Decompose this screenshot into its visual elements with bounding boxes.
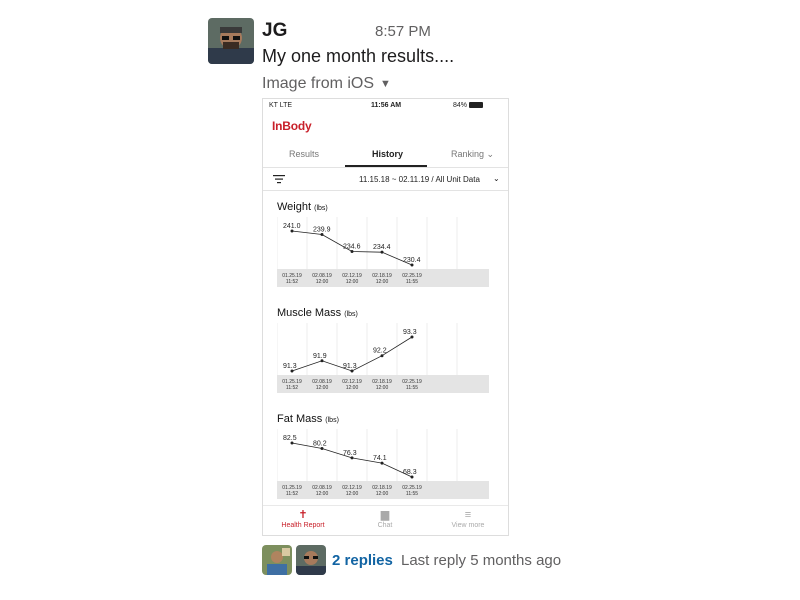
- x-tick-time: 12:00: [346, 279, 359, 285]
- series-line: [291, 442, 413, 478]
- x-tick-time: 12:00: [316, 279, 329, 285]
- x-tick-time: 12:00: [376, 279, 389, 285]
- battery-icon: [469, 102, 484, 109]
- carrier-text: KT LTE: [269, 102, 293, 109]
- weight-unit: (lbs): [314, 205, 328, 212]
- nav-chat[interactable]: ▆ Chat: [355, 509, 415, 529]
- filter-icon[interactable]: [273, 174, 285, 186]
- data-label: 76.3: [343, 450, 357, 457]
- x-tick-time: 11:55: [406, 491, 418, 497]
- x-tick-time: 12:00: [376, 385, 389, 391]
- attached-image[interactable]: KT LTE 11:56 AM 84% InBody Results Histo…: [262, 98, 509, 536]
- x-tick-time: 11:52: [286, 385, 298, 391]
- battery-indicator: 84%: [453, 102, 484, 109]
- x-tick-time: 12:00: [376, 491, 389, 497]
- nav-health-report[interactable]: ✝ Health Report: [273, 509, 333, 529]
- battery-percent: 84%: [453, 102, 468, 109]
- chart-title-muscle-mass: Muscle Mass (lbs): [277, 307, 358, 319]
- chevron-down-icon[interactable]: ⌄: [493, 174, 500, 183]
- bottom-nav: ✝ Health Report ▆ Chat ≡ View more: [263, 505, 508, 535]
- phone-status-bar: KT LTE 11:56 AM 84%: [263, 99, 508, 113]
- date-range-text[interactable]: 11.15.18 ~ 02.11.19 / All Unit Data: [359, 175, 480, 184]
- chart-title-weight: Weight (lbs): [277, 201, 328, 213]
- caret-down-icon: ▼: [380, 77, 391, 90]
- reply-avatar: [296, 545, 326, 575]
- nav-more-label: View more: [451, 522, 485, 529]
- image-label-text: Image from iOS: [262, 75, 375, 92]
- nav-view-more[interactable]: ≡ View more: [438, 509, 498, 529]
- data-label: 74.1: [373, 455, 387, 462]
- fat-unit: (lbs): [325, 417, 339, 424]
- muscle-unit: (lbs): [344, 311, 358, 318]
- message-text: My one month results....: [262, 46, 455, 66]
- fat-title-text: Fat Mass: [277, 413, 323, 425]
- fat-mass-chart: 82.501.25.1911:5280.202.08.1912:0076.302…: [277, 429, 489, 499]
- chat-icon: ▆: [380, 509, 390, 521]
- x-tick-time: 12:00: [346, 385, 359, 391]
- data-label: 230.4: [403, 257, 421, 264]
- reply-avatar: [262, 545, 292, 575]
- active-tab-indicator: [345, 165, 427, 167]
- data-label: 234.6: [343, 244, 361, 251]
- tab-history[interactable]: History: [372, 149, 403, 159]
- image-label-toggle[interactable]: Image from iOS ▼: [262, 75, 391, 93]
- nav-health-label: Health Report: [281, 522, 325, 529]
- data-label: 80.2: [313, 441, 327, 448]
- x-tick-time: 11:52: [286, 491, 298, 497]
- weight-title-text: Weight: [277, 201, 312, 213]
- message-author[interactable]: JG: [262, 20, 287, 42]
- data-label: 91.9: [313, 353, 327, 360]
- nav-chat-label: Chat: [377, 522, 393, 529]
- data-label: 68.3: [403, 469, 417, 476]
- person-icon: ✝: [298, 509, 308, 521]
- muscle-mass-chart: 91.301.25.1911:5291.902.08.1912:0091.302…: [277, 323, 489, 393]
- x-tick-time: 11:55: [406, 385, 418, 391]
- last-reply-text: Last reply 5 months ago: [401, 552, 562, 569]
- tab-results[interactable]: Results: [289, 149, 319, 159]
- weight-chart: 241.001.25.1911:52239.902.08.1912:00234.…: [277, 217, 489, 287]
- menu-icon: ≡: [464, 509, 472, 521]
- data-label: 82.5: [283, 435, 297, 442]
- avatar[interactable]: [208, 18, 254, 64]
- x-tick-time: 11:52: [286, 279, 298, 285]
- data-label: 239.9: [313, 227, 331, 234]
- reply-count-link[interactable]: 2 replies: [332, 552, 393, 569]
- x-tick-time: 12:00: [346, 491, 359, 497]
- tab-bar: Results History Ranking ⌄: [263, 141, 508, 168]
- data-label: 241.0: [283, 223, 301, 230]
- app-logo: InBody: [272, 119, 312, 133]
- data-label: 93.3: [403, 329, 417, 336]
- tab-ranking[interactable]: Ranking ⌄: [451, 149, 494, 160]
- x-tick-time: 12:00: [316, 491, 329, 497]
- message-timestamp[interactable]: 8:57 PM: [375, 23, 431, 40]
- data-label: 91.3: [343, 363, 357, 370]
- data-label: 92.2: [373, 348, 387, 355]
- x-tick-time: 11:55: [406, 279, 418, 285]
- chart-title-fat-mass: Fat Mass (lbs): [277, 413, 339, 425]
- muscle-title-text: Muscle Mass: [277, 307, 342, 319]
- x-tick-time: 12:00: [316, 385, 329, 391]
- date-filter-row: 11.15.18 ~ 02.11.19 / All Unit Data ⌄: [263, 168, 508, 191]
- data-label: 234.4: [373, 244, 391, 251]
- status-clock: 11:56 AM: [371, 102, 402, 109]
- data-label: 91.3: [283, 363, 297, 370]
